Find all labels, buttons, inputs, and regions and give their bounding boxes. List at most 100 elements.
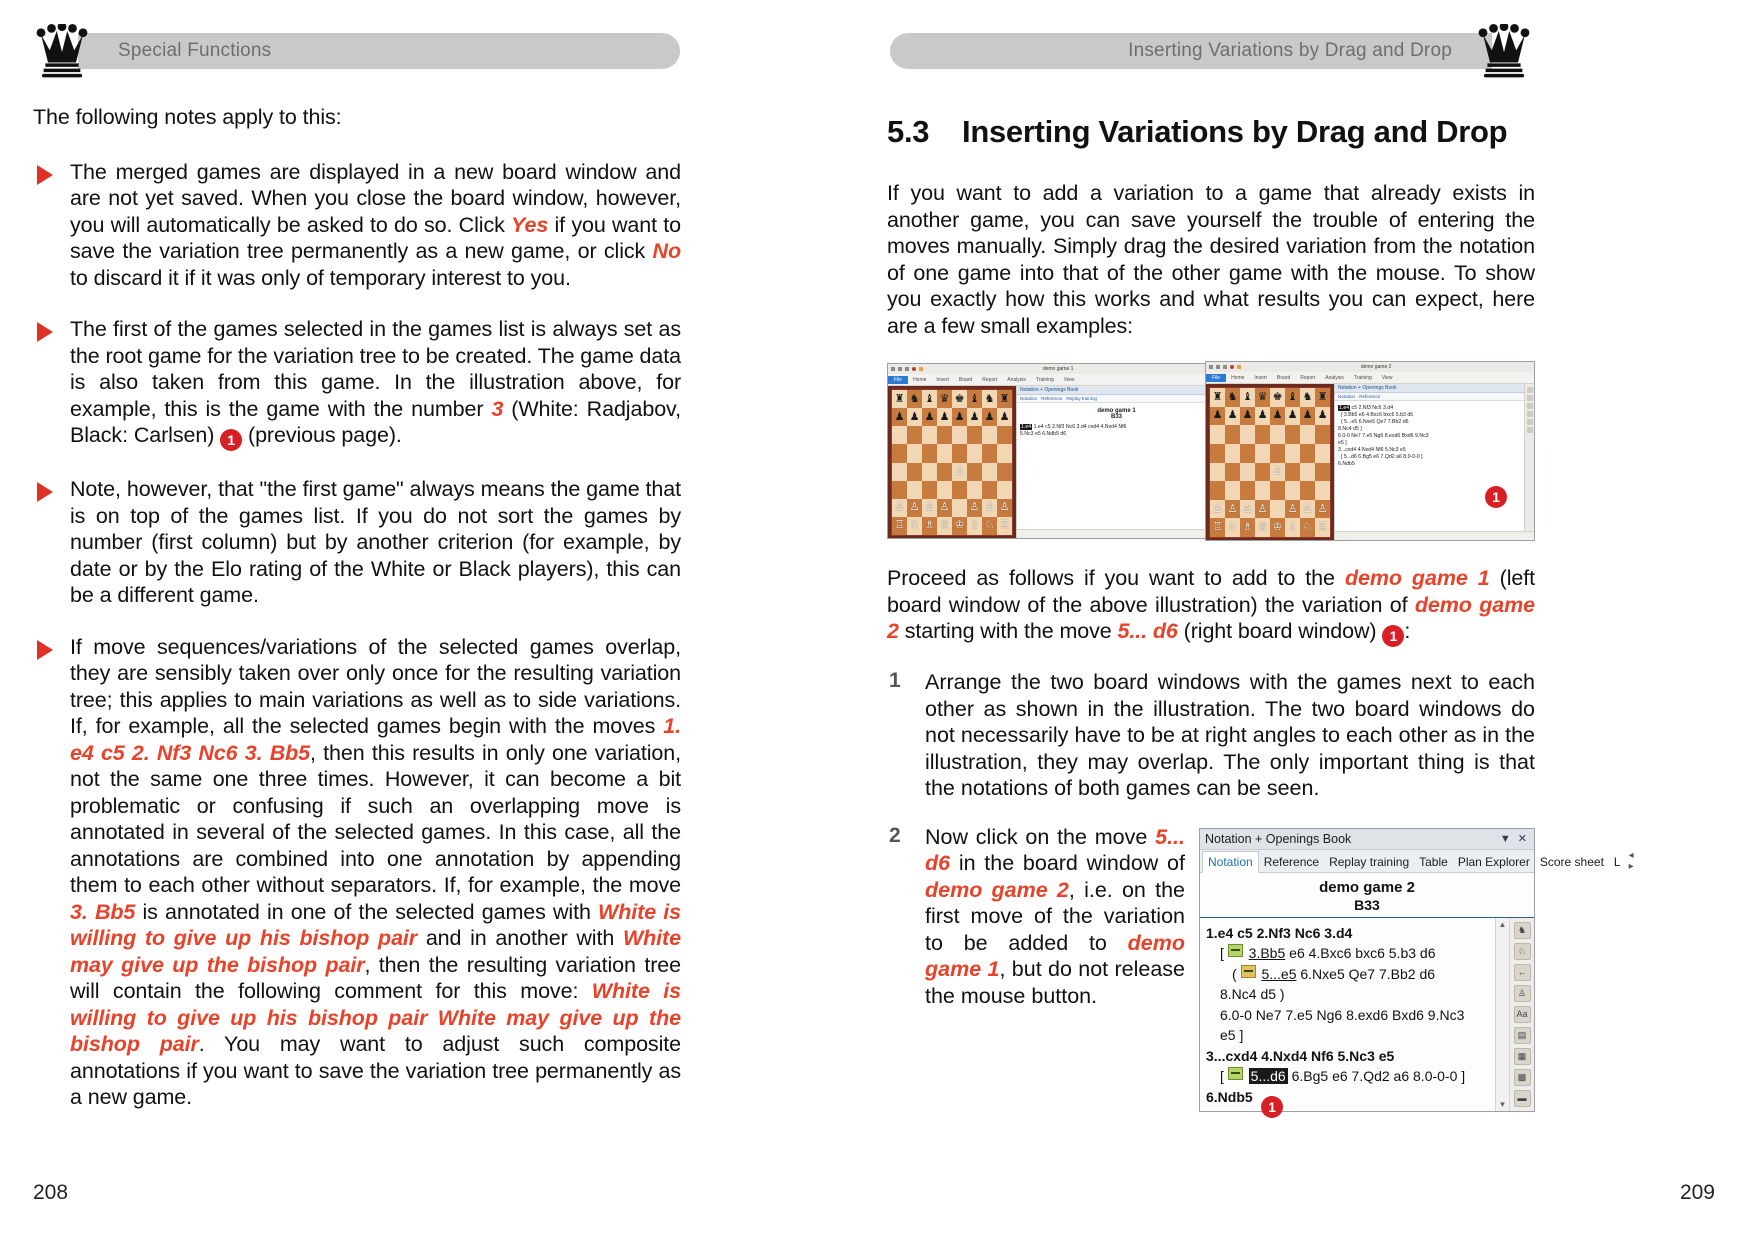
chess-piece[interactable]: ♞ <box>985 393 995 405</box>
ribbon-tab-board[interactable]: Board <box>1272 375 1295 381</box>
board-square[interactable] <box>1270 443 1285 463</box>
collapse-toggle-icon[interactable] <box>1240 964 1256 978</box>
chess-piece[interactable]: ♟ <box>970 411 980 423</box>
notation-moves[interactable]: 1.e4 c5 2.Nf3 Nc6 3.d4[ 3.Bb5 e6 4.Bxc6 … <box>1335 401 1534 472</box>
chess-piece[interactable]: ♟ <box>985 411 995 423</box>
board-square[interactable]: ♗ <box>1240 518 1255 537</box>
board-square[interactable] <box>1210 425 1225 444</box>
notation-panel-tabs[interactable]: Notation Reference Replay training <box>1017 395 1216 403</box>
engine-icon[interactable]: ♞ <box>1513 921 1531 939</box>
board-square[interactable]: ♙ <box>1285 499 1300 519</box>
board-square[interactable] <box>952 480 967 499</box>
board-square[interactable] <box>982 444 997 463</box>
board-square[interactable] <box>892 426 907 445</box>
notation-line[interactable]: e5 ] <box>1338 440 1531 447</box>
notation-line[interactable]: e5 ] <box>1206 1025 1489 1046</box>
notation-side-toolbar[interactable]: ♞ ♘ ← ♙ Aa ▤ ▦ ▩ ▬ <box>1509 917 1534 1111</box>
ribbon-tab-training[interactable]: Training <box>1349 375 1377 381</box>
chess-piece[interactable]: ♙ <box>895 502 905 513</box>
tab-reference[interactable]: Reference <box>1259 852 1324 872</box>
board-square[interactable]: ♙ <box>1270 462 1285 482</box>
board-square[interactable]: ♙ <box>892 498 907 517</box>
collapse-toggle-icon[interactable] <box>1227 944 1243 957</box>
board-square[interactable]: ♘ <box>982 516 997 535</box>
chess-piece[interactable]: ♝ <box>970 393 980 405</box>
notation-line[interactable]: ( 5...e5 6.Nxe5 Qe7 7.Bb2 d6 <box>1338 419 1531 426</box>
board-square[interactable]: ♟ <box>907 408 922 427</box>
notation-line[interactable]: 8.Nc4 d5 ) <box>1338 426 1531 433</box>
board-square[interactable]: ♕ <box>1255 518 1270 537</box>
chess-piece[interactable]: ♛ <box>940 393 950 405</box>
board-square[interactable]: ♟ <box>1315 406 1330 426</box>
chess-piece[interactable]: ♕ <box>1258 522 1268 533</box>
board-square[interactable] <box>937 444 952 463</box>
board-square[interactable]: ♜ <box>997 390 1012 409</box>
board-square[interactable] <box>907 426 922 445</box>
chess-piece[interactable]: ♘ <box>910 520 920 531</box>
ribbon-tab-view[interactable]: View <box>1377 375 1398 381</box>
chess-piece[interactable]: ♖ <box>1000 520 1010 531</box>
board-square[interactable]: ♚ <box>1270 388 1285 407</box>
board-square[interactable]: ♟ <box>892 408 907 427</box>
board-square[interactable]: ♟ <box>952 408 967 427</box>
chess-piece[interactable]: ♚ <box>1273 391 1283 403</box>
chess-piece[interactable]: ♟ <box>955 411 965 423</box>
board-square[interactable]: ♛ <box>937 390 952 409</box>
board-square[interactable]: ♟ <box>1210 406 1225 426</box>
chess-piece[interactable]: ♖ <box>1213 522 1223 533</box>
board-square[interactable]: ♟ <box>1300 406 1315 426</box>
notation-line[interactable]: 6.Ndb5 <box>1338 461 1531 468</box>
highlighted-move[interactable]: 1.e4 <box>1020 424 1033 430</box>
chess-piece[interactable]: ♜ <box>1318 391 1328 403</box>
board-square[interactable]: ♗ <box>922 516 937 535</box>
notation-panel-tabs[interactable]: Notation Reference <box>1335 393 1534 401</box>
chess-board-grid[interactable]: ♜ ♞ ♝ ♛ ♚ ♝ ♞ ♜ ♟ ♟ ♟ ♟ ♟ ♟ ♟ ♟ ♙ ♙ ♙ ♙ ♙ ♙ ♙ ♙ ♖ ♘ ♗ ♕ ♔ ♗ ♘ ♖ <box>891 389 1013 536</box>
chess-piece[interactable]: ♗ <box>925 520 935 531</box>
board-square[interactable] <box>967 462 982 481</box>
window-controls[interactable]: ▼ ✕ <box>1500 832 1529 845</box>
undo-icon[interactable] <box>1216 365 1220 369</box>
notation-line[interactable]: 6.0-0 Ne7 7.e5 Ng6 8.exd6 Bxd6 9.Nc3 <box>1206 1005 1489 1026</box>
board-square[interactable]: ♖ <box>1315 518 1330 537</box>
board-square[interactable] <box>1300 443 1315 463</box>
board-square[interactable]: ♙ <box>1240 499 1255 519</box>
variation-start-move[interactable]: 5...e5 <box>1261 966 1296 982</box>
board-square[interactable] <box>907 462 922 481</box>
notation-move-list[interactable]: 1.e4 c5 2.Nf3 Nc6 3.d4[ 3.Bb5 e6 4.Bxc6 … <box>1200 918 1495 1111</box>
tab-score-sheet[interactable]: Score sheet <box>1535 852 1609 872</box>
chess-piece[interactable]: ♜ <box>1213 391 1223 403</box>
chess-piece[interactable]: ♕ <box>940 520 950 531</box>
board-square[interactable] <box>1270 499 1285 519</box>
board-square[interactable]: ♚ <box>952 390 967 409</box>
tab-replay-training[interactable]: Replay training <box>1324 852 1414 872</box>
toolbar-icon-5[interactable] <box>1526 419 1533 425</box>
save-icon[interactable] <box>1209 365 1213 369</box>
board-square[interactable]: ♙ <box>1300 499 1315 519</box>
ribbon-tab-report[interactable]: Report <box>1295 375 1320 381</box>
save-icon[interactable] <box>891 367 895 371</box>
board-square[interactable] <box>952 498 967 517</box>
notation-toolbar[interactable] <box>1524 384 1534 540</box>
chess-piece[interactable]: ♜ <box>895 393 905 405</box>
book-icon[interactable]: ▤ <box>1513 1026 1531 1044</box>
board-square[interactable] <box>937 480 952 499</box>
chess-piece[interactable]: ♙ <box>1288 503 1298 515</box>
chess-piece[interactable]: ♙ <box>1000 502 1010 513</box>
notation-line[interactable]: 6.0-0 Ne7 7.e5 Ng6 8.exd6 Bxd6 9.Nc3 <box>1338 433 1531 440</box>
board-square[interactable] <box>1285 462 1300 482</box>
chess-piece[interactable]: ♜ <box>1000 393 1010 405</box>
chess-piece[interactable]: ♞ <box>1303 391 1313 403</box>
board-square[interactable] <box>892 444 907 463</box>
board-square[interactable] <box>1210 443 1225 463</box>
selected-move[interactable]: 5...d6 <box>1248 1068 1288 1084</box>
board-square[interactable]: ♔ <box>952 516 967 535</box>
chess-piece[interactable]: ♙ <box>1273 466 1283 477</box>
chess-piece[interactable]: ♟ <box>940 411 950 423</box>
grid-icon[interactable]: ▩ <box>1513 1068 1531 1086</box>
board-square[interactable] <box>1225 425 1240 444</box>
board-square[interactable]: ♛ <box>1255 388 1270 407</box>
board-square[interactable] <box>1300 462 1315 482</box>
board-square[interactable]: ♜ <box>1210 388 1225 407</box>
ribbon-tab-report[interactable]: Report <box>977 377 1002 383</box>
knight-icon[interactable]: ♘ <box>1513 942 1531 960</box>
